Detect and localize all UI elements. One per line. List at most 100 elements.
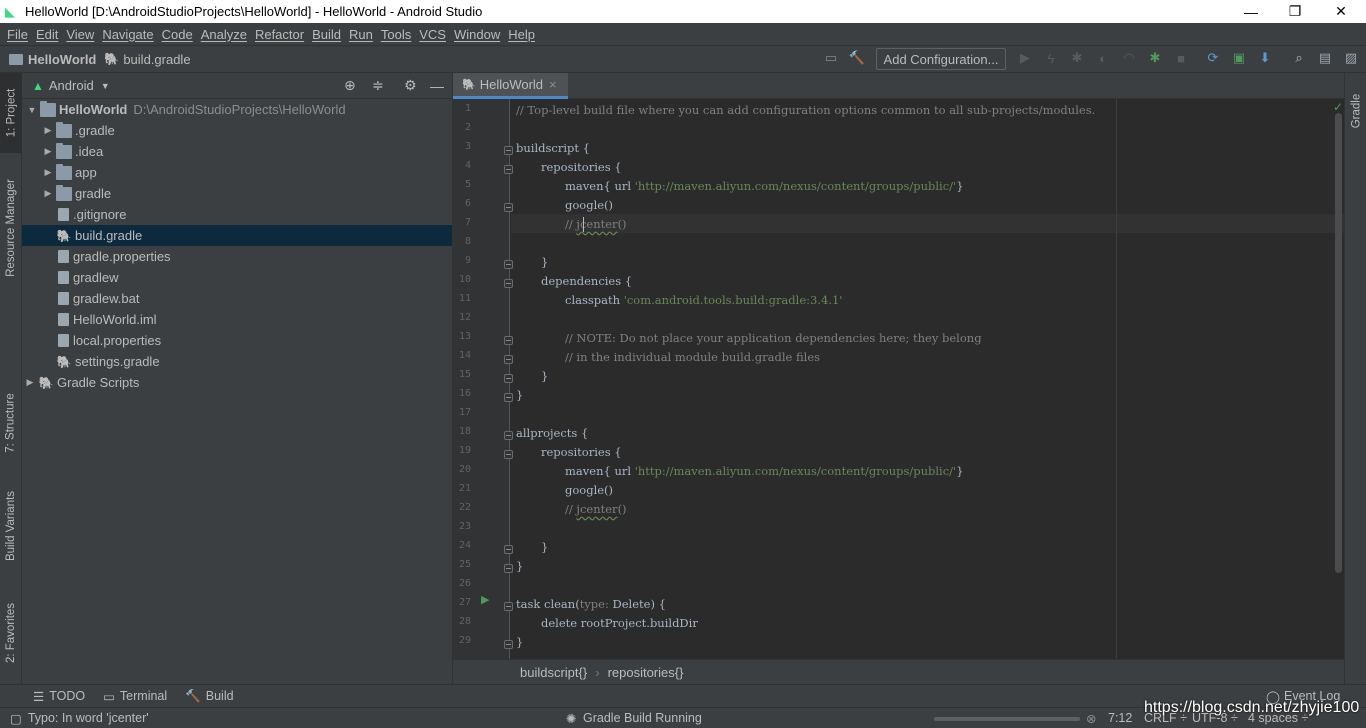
line-number: 10: [458, 274, 471, 285]
menu-window[interactable]: Window: [450, 27, 504, 42]
breadcrumb-buildscript[interactable]: buildscript{}: [520, 665, 587, 680]
profile-icon[interactable]: ◠: [1120, 49, 1138, 67]
stop-icon[interactable]: ■: [1172, 49, 1190, 67]
attach-debugger-icon[interactable]: ✱: [1146, 49, 1164, 67]
code-area[interactable]: // Top-level build file where you can ad…: [516, 99, 1326, 659]
cancel-task-icon[interactable]: ⊗: [1086, 711, 1096, 726]
fold-marker-icon[interactable]: [504, 374, 513, 383]
tree-item[interactable]: ▶ .idea: [22, 141, 452, 162]
fold-marker-icon[interactable]: [504, 279, 513, 288]
fold-marker-icon[interactable]: [504, 450, 513, 459]
project-structure-icon[interactable]: ▤: [1316, 49, 1334, 67]
fold-marker-icon[interactable]: [504, 165, 513, 174]
tree-item[interactable]: 🐘 build.gradle: [22, 225, 452, 246]
sync-gradle-icon[interactable]: ⟳: [1204, 49, 1222, 67]
view-mode-select[interactable]: Android: [49, 78, 94, 93]
menu-navigate[interactable]: Navigate: [98, 27, 157, 42]
avd-manager-icon[interactable]: ▣: [1230, 49, 1248, 67]
code-line: repositories {: [541, 160, 622, 174]
tab-terminal[interactable]: ▭ Terminal: [103, 689, 167, 704]
menu-build[interactable]: Build: [308, 27, 345, 42]
tab-build-variants[interactable]: Build Variants: [0, 478, 22, 573]
tree-item[interactable]: gradlew: [22, 267, 452, 288]
menu-edit[interactable]: Edit: [32, 27, 62, 42]
menu-help[interactable]: Help: [504, 27, 539, 42]
tree-item[interactable]: ▶ .gradle: [22, 120, 452, 141]
code-line: }: [541, 255, 549, 269]
tree-item-label: .gitignore: [73, 207, 127, 222]
tree-item[interactable]: HelloWorld.iml: [22, 309, 452, 330]
menu-run[interactable]: Run: [345, 27, 377, 42]
coverage-icon[interactable]: ◐: [1094, 49, 1112, 67]
hide-icon[interactable]: —: [430, 78, 444, 94]
tab-build[interactable]: 🔨 Build: [185, 689, 233, 704]
fold-marker-icon[interactable]: [504, 260, 513, 269]
menu-refactor[interactable]: Refactor: [251, 27, 308, 42]
tab-gradle[interactable]: Gradle: [1345, 81, 1366, 141]
code-line: // Top-level build file where you can ad…: [516, 103, 1096, 117]
restore-button[interactable]: ❐: [1272, 0, 1318, 23]
menu-tools[interactable]: Tools: [377, 27, 415, 42]
search-icon[interactable]: ⌕: [1290, 49, 1308, 67]
user-icon[interactable]: ▨: [1342, 49, 1360, 67]
run-gutter-icon[interactable]: ▶: [481, 593, 489, 606]
tab-structure[interactable]: 7: Structure: [0, 378, 22, 468]
chevron-down-icon[interactable]: ▼: [101, 81, 110, 91]
editor: 🐘 HelloWorld × 1 2 3 4 5 6 7 8 9 10 11 12 13 14 15 16 17…: [453, 73, 1344, 684]
status-task[interactable]: Gradle Build Running: [583, 711, 702, 725]
menu-code[interactable]: Code: [158, 27, 197, 42]
tab-favorites[interactable]: 2: Favorites: [0, 593, 22, 673]
add-configuration-button[interactable]: Add Configuration...: [876, 48, 1006, 70]
layout-icon[interactable]: ▭: [822, 49, 840, 67]
menu-view[interactable]: View: [62, 27, 98, 42]
tree-item[interactable]: ▶ gradle: [22, 183, 452, 204]
root-path: D:\AndroidStudioProjects\HelloWorld: [133, 102, 346, 117]
fold-marker-icon[interactable]: [504, 564, 513, 573]
code-token: //: [565, 217, 577, 231]
fold-marker-icon[interactable]: [504, 431, 513, 440]
fold-marker-icon[interactable]: [504, 355, 513, 364]
sdk-manager-icon[interactable]: ⬇: [1256, 49, 1274, 67]
tab-todo[interactable]: ☰ TODO: [33, 689, 85, 704]
editor-scrollbar[interactable]: [1335, 113, 1342, 573]
menu-vcs[interactable]: VCS: [415, 27, 450, 42]
fold-marker-icon[interactable]: [504, 545, 513, 554]
tree-item[interactable]: 🐘 settings.gradle: [22, 351, 452, 372]
fold-marker-icon[interactable]: [504, 336, 513, 345]
close-tab-icon[interactable]: ×: [549, 77, 557, 92]
tree-item[interactable]: .gitignore: [22, 204, 452, 225]
tab-project[interactable]: 1: Project: [0, 73, 22, 153]
tab-resource-manager[interactable]: Resource Manager: [0, 163, 22, 293]
locate-icon[interactable]: ⊕: [344, 77, 356, 94]
fold-marker-icon[interactable]: [504, 640, 513, 649]
gear-icon[interactable]: ⚙: [404, 77, 417, 94]
line-number: 18: [458, 426, 471, 437]
tree-root[interactable]: ▼ HelloWorld D:\AndroidStudioProjects\He…: [22, 99, 452, 120]
fold-marker-icon[interactable]: [504, 393, 513, 402]
editor-tab-bar: 🐘 HelloWorld ×: [453, 73, 1344, 99]
tree-item[interactable]: ▶ app: [22, 162, 452, 183]
code-line: repositories {: [541, 445, 622, 459]
breadcrumb-repositories[interactable]: repositories{}: [608, 665, 684, 680]
fold-marker-icon[interactable]: [504, 146, 513, 155]
menu-analyze[interactable]: Analyze: [197, 27, 251, 42]
menu-file[interactable]: File: [3, 27, 32, 42]
caret-position[interactable]: 7:12: [1108, 711, 1132, 725]
minimize-button[interactable]: —: [1228, 0, 1274, 23]
hammer-icon[interactable]: 🔨: [848, 49, 866, 67]
fold-marker-icon[interactable]: [504, 602, 513, 611]
tree-gradle-scripts[interactable]: ▶ 🐘 Gradle Scripts: [22, 372, 452, 393]
tree-item[interactable]: gradlew.bat: [22, 288, 452, 309]
debug-icon[interactable]: ✱: [1068, 49, 1086, 67]
close-button[interactable]: ✕: [1318, 0, 1364, 23]
collapse-icon[interactable]: ≑: [372, 77, 384, 94]
tree-item[interactable]: local.properties: [22, 330, 452, 351]
nav-crumb-project[interactable]: HelloWorld: [9, 52, 96, 67]
apply-changes-icon[interactable]: ϟ: [1042, 49, 1060, 67]
fold-marker-icon[interactable]: [504, 203, 513, 212]
run-icon[interactable]: ▶: [1016, 49, 1034, 67]
tree-item[interactable]: gradle.properties: [22, 246, 452, 267]
nav-crumb-file[interactable]: 🐘 build.gradle: [104, 52, 190, 67]
editor-tab-helloworld[interactable]: 🐘 HelloWorld ×: [453, 73, 568, 99]
status-toggle-icon[interactable]: ▢: [10, 711, 22, 726]
